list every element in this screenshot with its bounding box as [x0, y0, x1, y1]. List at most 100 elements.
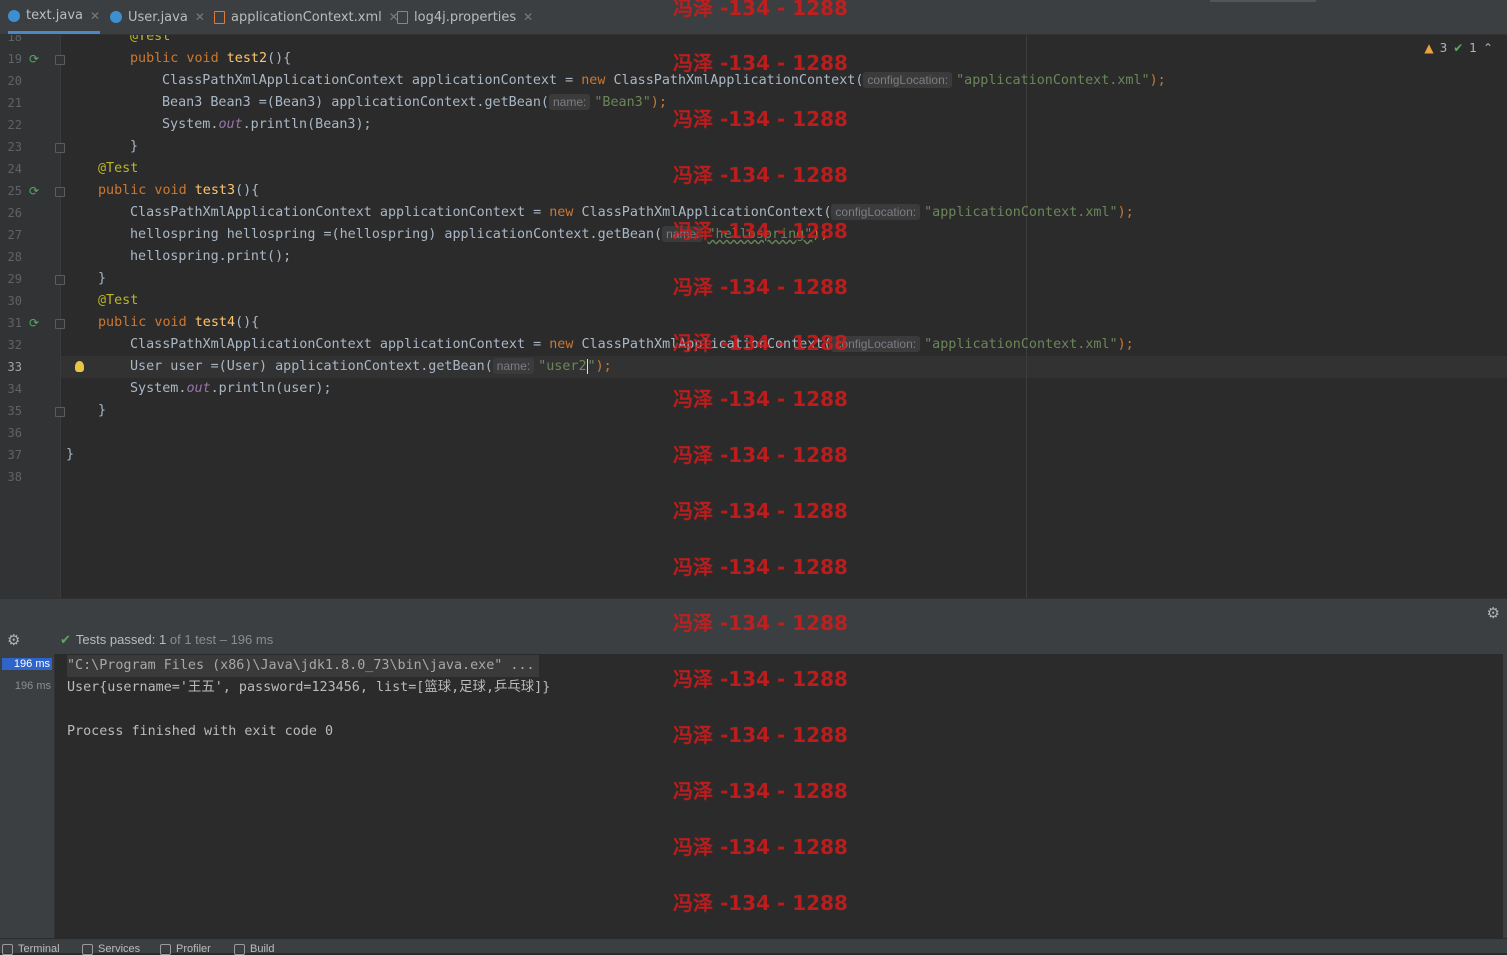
build-icon	[234, 943, 245, 955]
code-line: hellospring hellospring =(hellospring) a…	[130, 226, 829, 242]
java-class-icon	[110, 11, 122, 23]
gear-icon[interactable]: ⚙	[1487, 604, 1500, 622]
parameter-hint: name:	[548, 94, 591, 110]
run-test-icon[interactable]: ⟳	[29, 53, 41, 65]
line-number: 23	[7, 140, 22, 154]
parameter-hint: name:	[662, 226, 704, 242]
parameter-hint: name:	[492, 358, 535, 374]
line-number: 27	[7, 228, 22, 242]
code-line: ClassPathXmlApplicationContext applicati…	[130, 336, 1134, 352]
line-number: 26	[7, 206, 22, 220]
warning-count: 3	[1439, 41, 1448, 55]
services-button[interactable]: Services	[82, 943, 140, 955]
parameter-hint: configLocation:	[863, 72, 953, 88]
tab-text-java[interactable]: text.java ✕	[8, 0, 101, 34]
code-line: }	[98, 403, 107, 418]
java-class-icon	[8, 9, 20, 22]
editor-tab-bar: text.java ✕ User.java ✕ applicationConte…	[0, 0, 1507, 35]
line-number: 35	[7, 404, 22, 418]
line-number: 34	[7, 382, 22, 396]
close-icon[interactable]: ✕	[90, 9, 100, 23]
fold-icon[interactable]	[55, 275, 65, 285]
code-line: }	[98, 271, 107, 286]
line-number: 28	[7, 250, 22, 264]
check-icon: ✔	[1453, 41, 1464, 55]
code-line: ClassPathXmlApplicationContext applicati…	[162, 72, 1166, 88]
tab-label: log4j.properties	[414, 9, 517, 25]
tab-label: User.java	[128, 9, 188, 25]
line-number: 31	[7, 316, 22, 330]
test-status-bar: ⚙ ✔ Tests passed: 1 of 1 test – 196 ms	[0, 626, 1507, 655]
line-number: 37	[7, 448, 22, 462]
bottom-tool-strip: Terminal Services Profiler Build	[0, 938, 1507, 955]
check-count: 1	[1469, 41, 1477, 55]
tab-application-context-xml[interactable]: applicationContext.xml ✕	[214, 0, 399, 34]
line-number: 18	[7, 35, 22, 44]
inspection-widget[interactable]: ▲ 3 ✔ 1 ⌃	[1424, 41, 1493, 55]
tab-log4j-properties[interactable]: log4j.properties ✕	[397, 0, 533, 34]
code-line: Bean3 Bean3 =(Bean3) applicationContext.…	[162, 94, 667, 110]
line-number: 29	[7, 272, 22, 286]
terminal-icon	[2, 943, 13, 955]
console-line: User{username='王五', password=123456, lis…	[67, 680, 551, 695]
line-number: 22	[7, 118, 22, 132]
parameter-hint: configLocation:	[831, 336, 921, 352]
test-duration[interactable]: 196 ms	[2, 658, 52, 670]
test-tree[interactable]: 196 ms 196 ms	[0, 654, 55, 938]
chevron-up-icon[interactable]: ⌃	[1483, 41, 1493, 55]
tab-scrollbar[interactable]	[1210, 0, 1316, 2]
fold-icon[interactable]	[55, 407, 65, 417]
test-duration[interactable]: 196 ms	[15, 680, 51, 692]
code-line: }	[130, 139, 139, 154]
fold-icon[interactable]	[55, 55, 65, 65]
profiler-button[interactable]: Profiler	[160, 943, 211, 955]
code-line: System.out.println(Bean3);	[162, 117, 372, 132]
lightbulb-icon[interactable]	[75, 361, 84, 372]
fold-icon[interactable]	[55, 319, 65, 329]
line-number: 30	[7, 294, 22, 308]
code-line: @Test	[98, 161, 139, 176]
fold-icon[interactable]	[55, 143, 65, 153]
close-icon[interactable]: ✕	[195, 10, 205, 24]
line-number: 25	[7, 184, 22, 198]
test-status-message: ✔ Tests passed: 1 of 1 test – 196 ms	[60, 632, 274, 647]
line-number: 20	[7, 74, 22, 88]
code-line: @Test	[130, 35, 171, 44]
right-margin-guide	[1026, 35, 1027, 598]
tab-user-java[interactable]: User.java ✕	[110, 0, 205, 34]
parameter-hint: configLocation:	[831, 204, 921, 220]
warning-icon: ▲	[1424, 41, 1434, 55]
line-number: 38	[7, 470, 22, 484]
properties-file-icon	[397, 10, 408, 24]
run-toolwindow-header: ⚙	[0, 598, 1507, 627]
terminal-button[interactable]: Terminal	[2, 943, 60, 955]
line-number: 32	[7, 338, 22, 352]
console-scrollbar[interactable]	[1503, 654, 1507, 938]
line-number: 36	[7, 426, 22, 440]
xml-file-icon	[214, 10, 225, 24]
code-line: public void test2(){	[130, 51, 292, 66]
fold-icon[interactable]	[55, 187, 65, 197]
code-editor[interactable]: 18 19 20 21 22 23 24 25 26 27 28 29 30 3…	[0, 35, 1507, 598]
console-line: Process finished with exit code 0	[67, 724, 334, 739]
code-line: @Test	[98, 293, 139, 308]
services-icon	[82, 943, 93, 955]
line-number: 24	[7, 162, 22, 176]
console-output[interactable]: "C:\Program Files (x86)\Java\jdk1.8.0_73…	[55, 654, 1503, 938]
code-line: public void test4(){	[98, 315, 260, 330]
code-line: public void test3(){	[98, 183, 260, 198]
code-line: System.out.println(user);	[130, 381, 332, 396]
code-line: User user =(User) applicationContext.get…	[130, 358, 612, 374]
profiler-icon	[160, 943, 171, 955]
close-icon[interactable]: ✕	[523, 10, 533, 24]
run-test-icon[interactable]: ⟳	[29, 185, 41, 197]
editor-gutter: 18 19 20 21 22 23 24 25 26 27 28 29 30 3…	[0, 35, 65, 598]
build-button[interactable]: Build	[234, 943, 274, 955]
tab-label: applicationContext.xml	[231, 9, 382, 25]
console-line: "C:\Program Files (x86)\Java\jdk1.8.0_73…	[67, 655, 539, 677]
run-test-icon[interactable]: ⟳	[29, 317, 41, 329]
tab-label: text.java	[26, 8, 84, 23]
line-number: 33	[7, 360, 22, 374]
code-line: ClassPathXmlApplicationContext applicati…	[130, 204, 1134, 220]
gear-icon[interactable]: ⚙	[7, 631, 20, 649]
